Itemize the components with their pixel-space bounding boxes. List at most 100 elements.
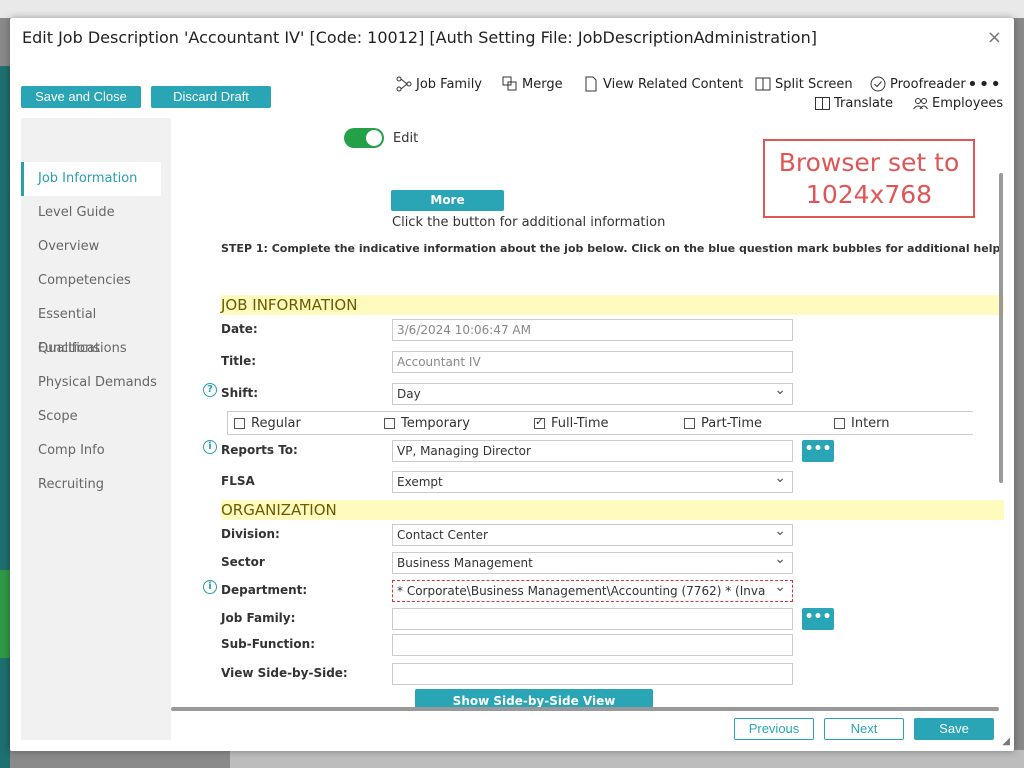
next-button[interactable]: Next bbox=[824, 718, 904, 740]
merge-label: Merge bbox=[522, 76, 563, 92]
vertical-scrollbar[interactable] bbox=[999, 173, 1003, 483]
date-field[interactable]: 3/6/2024 10:06:47 AM bbox=[392, 319, 793, 341]
sidebar-item-essential-functions[interactable]: Essential Functions bbox=[21, 298, 161, 356]
sub-function-label: Sub-Function: bbox=[221, 637, 315, 651]
split-screen-button[interactable]: Split Screen bbox=[755, 76, 853, 92]
more-options-icon[interactable]: ••• bbox=[967, 74, 1002, 95]
check-circle-icon bbox=[870, 76, 886, 92]
document-icon bbox=[585, 76, 597, 92]
proofreader-label: Proofreader bbox=[890, 76, 966, 92]
department-select[interactable]: * Corporate\Business Management\Accounti… bbox=[392, 580, 793, 602]
reports-to-lookup-button[interactable]: ••• bbox=[802, 440, 834, 462]
checkbox-box bbox=[234, 418, 245, 429]
view-related-content-button[interactable]: View Related Content bbox=[583, 76, 743, 92]
sidebar-item-scope[interactable]: Scope bbox=[21, 400, 161, 434]
help-question-icon[interactable]: ? bbox=[203, 383, 217, 397]
intern-checkbox[interactable]: Intern bbox=[834, 416, 890, 431]
date-label: Date: bbox=[221, 322, 258, 336]
regular-checkbox[interactable]: Regular bbox=[234, 416, 301, 431]
sector-select[interactable]: Business Management bbox=[392, 552, 793, 574]
info-icon[interactable]: i bbox=[203, 440, 217, 454]
sidebar-item-competencies[interactable]: Competencies bbox=[21, 264, 161, 298]
employees-label: Employees bbox=[932, 96, 1004, 111]
sector-label: Sector bbox=[221, 555, 265, 569]
callout-line-2: 1024x768 bbox=[805, 180, 933, 209]
translate-button[interactable]: Translate bbox=[815, 96, 893, 111]
modal-title: Edit Job Description 'Accountant IV' [Co… bbox=[22, 28, 817, 47]
translate-label: Translate bbox=[834, 96, 894, 111]
job-family-icon bbox=[396, 76, 412, 92]
sidebar-item-recruiting[interactable]: Recruiting bbox=[21, 468, 161, 502]
sub-function-field[interactable] bbox=[392, 634, 793, 656]
view-side-by-side-label: View Side-by-Side: bbox=[221, 666, 348, 680]
edit-toggle[interactable] bbox=[344, 128, 384, 148]
job-family-lookup-button[interactable]: ••• bbox=[802, 608, 834, 630]
full-time-checkbox[interactable]: Full-Time bbox=[534, 415, 609, 431]
sidebar-item-level-guide[interactable]: Level Guide bbox=[21, 196, 161, 230]
checkbox-box bbox=[684, 418, 695, 429]
split-screen-icon bbox=[755, 77, 771, 91]
edit-toggle-label: Edit bbox=[393, 131, 419, 146]
save-button[interactable]: Save bbox=[914, 718, 994, 740]
view-related-content-label: View Related Content bbox=[603, 76, 744, 92]
shift-label: Shift: bbox=[221, 386, 259, 400]
temporary-checkbox[interactable]: Temporary bbox=[384, 416, 470, 431]
regular-label: Regular bbox=[251, 416, 301, 431]
merge-button[interactable]: Merge bbox=[502, 76, 563, 92]
division-label: Division: bbox=[221, 527, 280, 541]
shift-select[interactable]: Day bbox=[392, 383, 793, 405]
save-and-close-button[interactable]: Save and Close bbox=[21, 86, 141, 108]
reports-to-label: Reports To: bbox=[221, 443, 298, 457]
sidebar-item-comp-info[interactable]: Comp Info bbox=[21, 434, 161, 468]
close-icon[interactable]: × bbox=[987, 27, 1002, 48]
merge-icon bbox=[502, 76, 517, 91]
checkbox-box bbox=[834, 418, 845, 429]
step1-instructions: STEP 1: Complete the indicative informat… bbox=[221, 242, 1004, 255]
proofreader-button[interactable]: Proofreader bbox=[870, 76, 966, 92]
job-family-field[interactable] bbox=[392, 608, 793, 630]
checkbox-box bbox=[384, 418, 395, 429]
division-select[interactable]: Contact Center bbox=[392, 524, 793, 546]
sidebar-item-qualifications[interactable]: Qualifications bbox=[21, 332, 161, 366]
employees-button[interactable]: Employees bbox=[913, 96, 1003, 111]
job-family-button[interactable]: Job Family bbox=[396, 76, 482, 92]
section-sidebar: Job Information Level Guide Overview Com… bbox=[21, 118, 171, 740]
part-time-label: Part-Time bbox=[701, 416, 762, 431]
more-information-hint: Click the button for additional informat… bbox=[392, 215, 666, 230]
job-family-label: Job Family: bbox=[221, 611, 296, 625]
people-icon bbox=[913, 98, 928, 110]
checkbox-box-checked bbox=[534, 415, 545, 429]
department-label: Department: bbox=[221, 583, 308, 597]
sidebar-item-overview[interactable]: Overview bbox=[21, 230, 161, 264]
background-topbar bbox=[0, 0, 1024, 18]
discard-draft-button[interactable]: Discard Draft bbox=[151, 86, 271, 108]
job-family-label: Job Family bbox=[416, 76, 483, 92]
info-icon[interactable]: i bbox=[203, 580, 217, 594]
previous-button[interactable]: Previous bbox=[734, 718, 814, 740]
job-information-heading: JOB INFORMATION bbox=[221, 295, 1004, 315]
background-bottom-bar bbox=[230, 750, 1024, 768]
full-time-label: Full-Time bbox=[551, 416, 609, 431]
callout-line-1: Browser set to bbox=[778, 148, 960, 177]
flsa-label: FLSA bbox=[221, 474, 255, 488]
employment-type-options: Regular Temporary Full-Time Part-Time In… bbox=[227, 411, 973, 435]
temporary-label: Temporary bbox=[401, 416, 470, 431]
intern-label: Intern bbox=[851, 416, 890, 431]
view-side-by-side-field[interactable] bbox=[392, 663, 793, 685]
part-time-checkbox[interactable]: Part-Time bbox=[684, 416, 762, 431]
background-sidebar bbox=[0, 66, 10, 768]
more-information-button[interactable]: More Information bbox=[391, 190, 504, 228]
title-field[interactable]: Accountant IV bbox=[392, 351, 793, 373]
organization-heading: ORGANIZATION bbox=[221, 500, 1004, 520]
horizontal-scrollbar[interactable] bbox=[171, 707, 999, 711]
resize-grip-icon[interactable]: ◢ bbox=[1002, 736, 1010, 747]
split-screen-label: Split Screen bbox=[775, 76, 853, 92]
reports-to-field[interactable]: VP, Managing Director bbox=[392, 440, 793, 462]
sidebar-item-job-information[interactable]: Job Information bbox=[21, 162, 161, 196]
title-label: Title: bbox=[221, 354, 257, 368]
edit-job-description-modal: Edit Job Description 'Accountant IV' [Co… bbox=[10, 18, 1014, 751]
browser-size-callout: Browser set to 1024x768 bbox=[763, 139, 975, 218]
flsa-select[interactable]: Exempt bbox=[392, 471, 793, 493]
sidebar-item-physical-demands[interactable]: Physical Demands bbox=[21, 366, 161, 400]
translate-icon bbox=[815, 97, 830, 110]
